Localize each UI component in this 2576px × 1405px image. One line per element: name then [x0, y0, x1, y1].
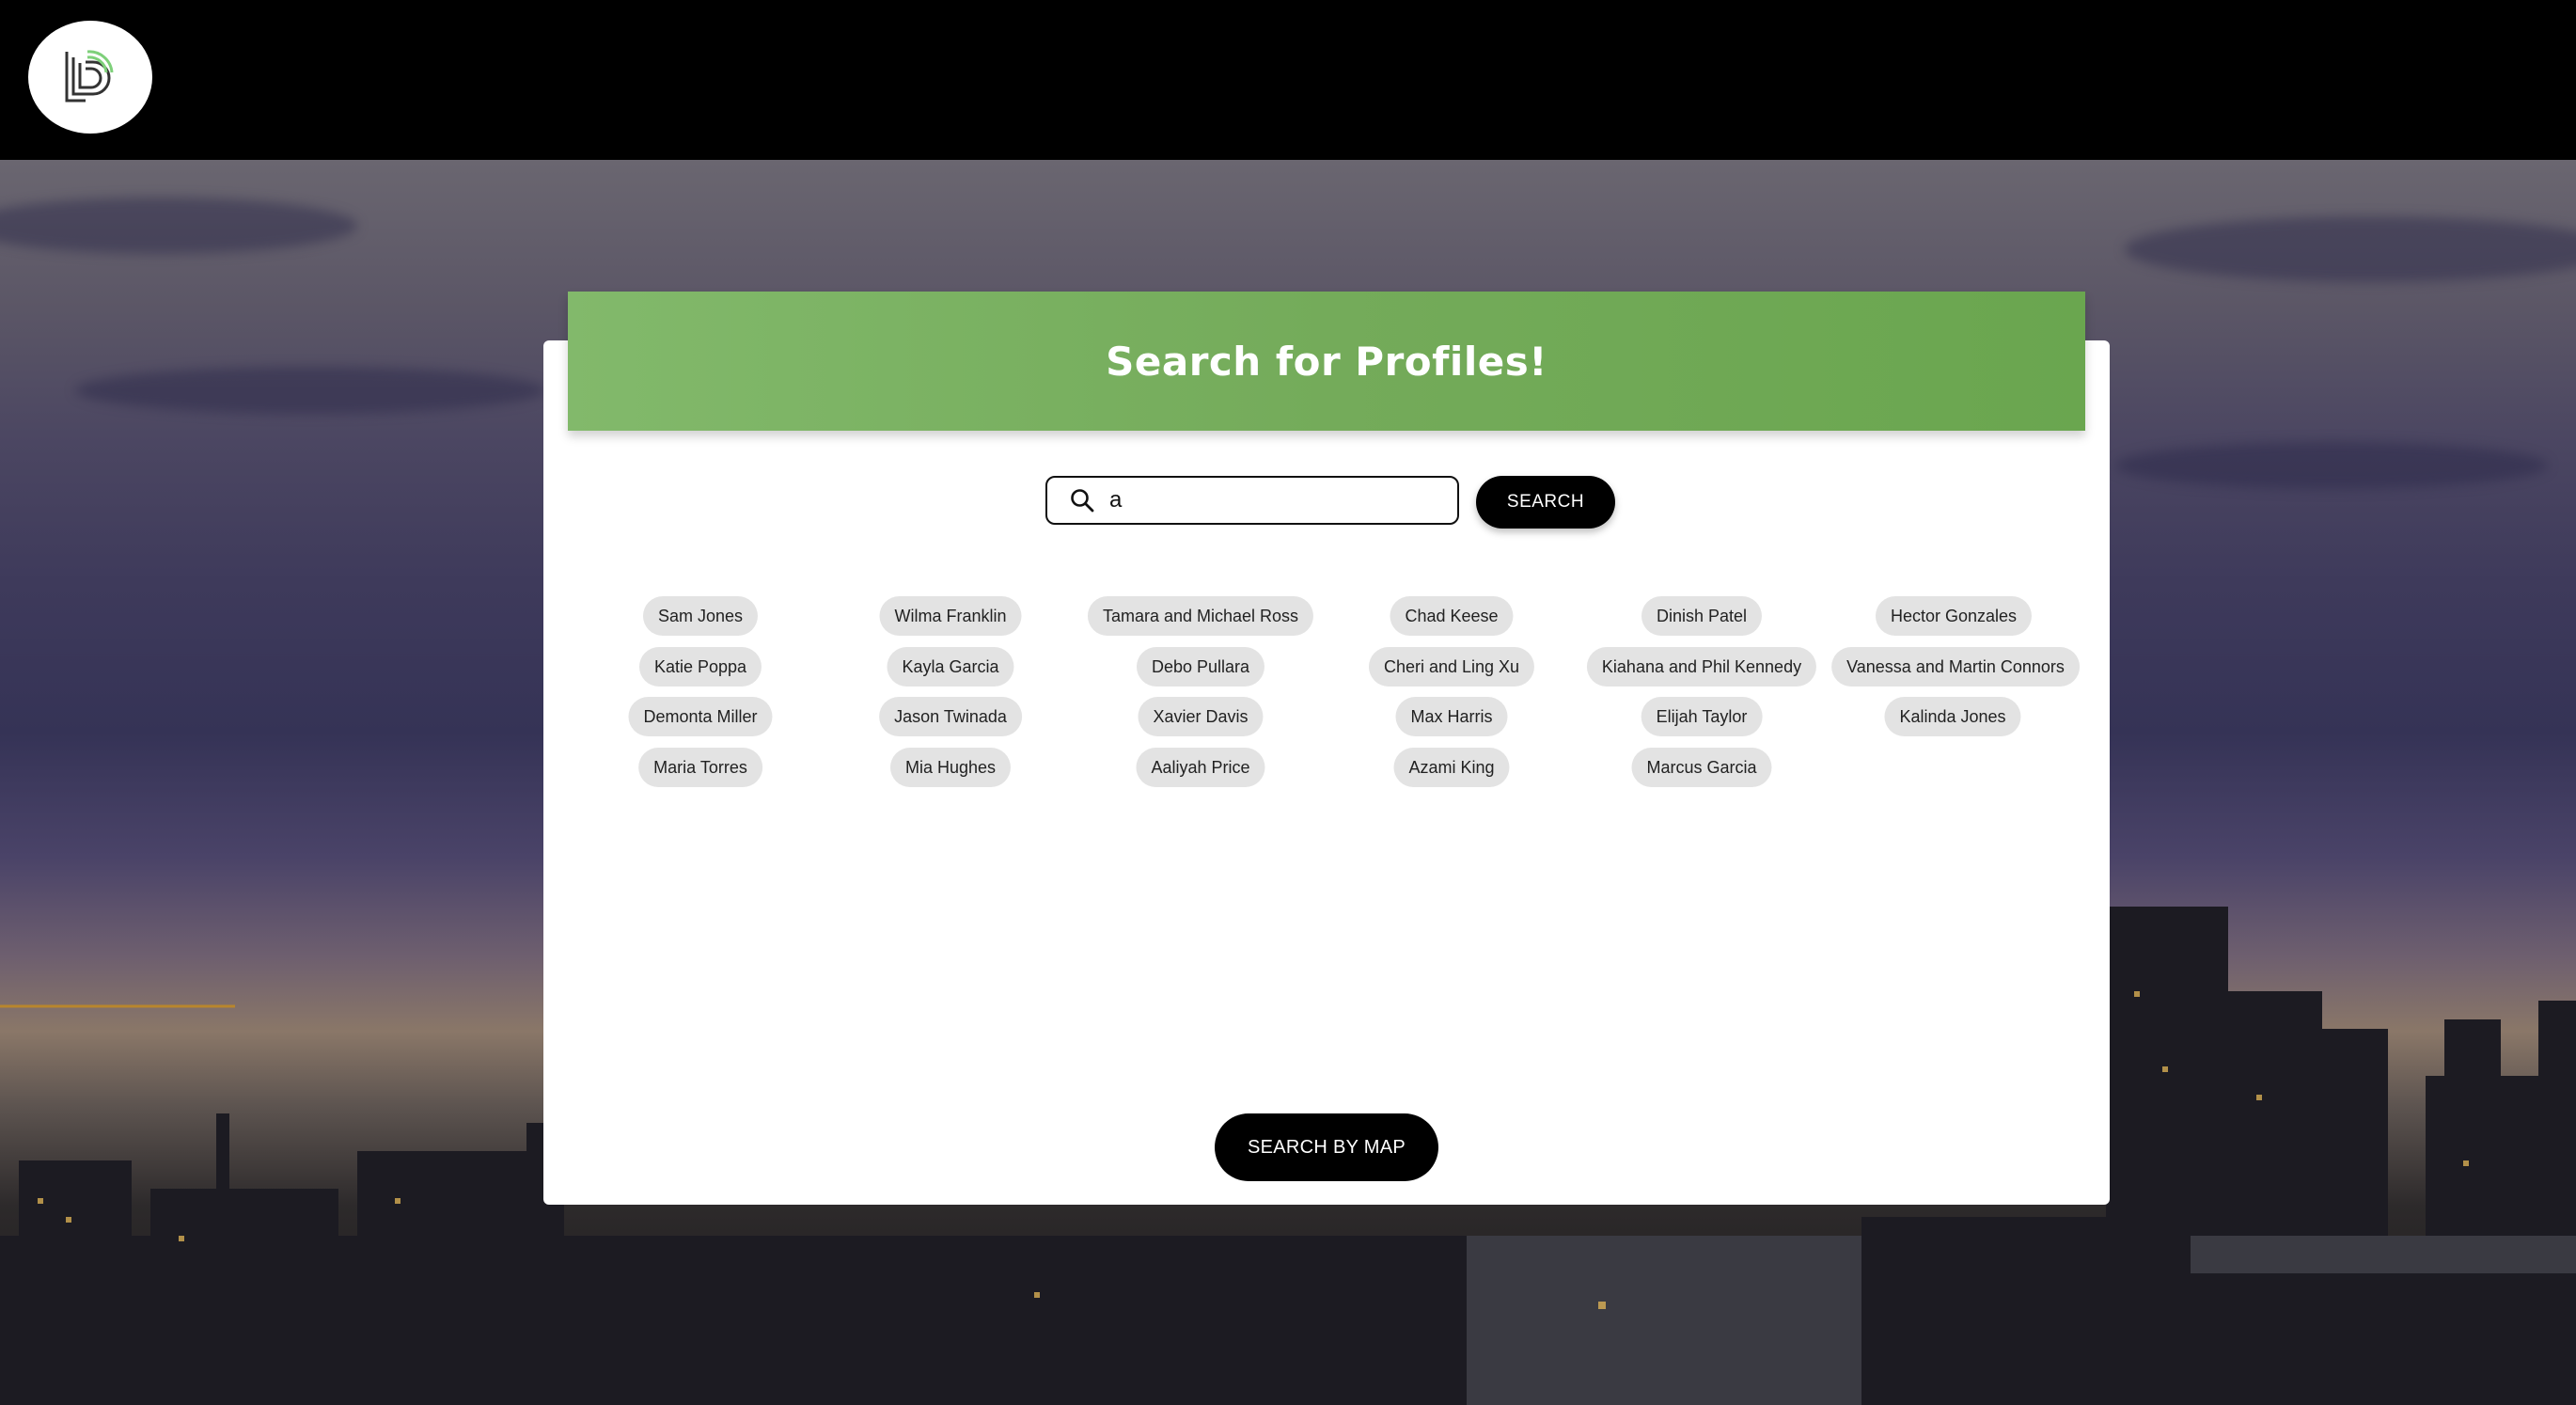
- profile-chip[interactable]: Katie Poppa: [638, 647, 762, 687]
- search-input[interactable]: [1107, 481, 1450, 519]
- profile-chip[interactable]: Cheri and Ling Xu: [1368, 647, 1535, 687]
- profile-chip[interactable]: Aaliyah Price: [1136, 748, 1265, 787]
- profile-chip[interactable]: Maria Torres: [638, 748, 762, 787]
- profile-chip[interactable]: Xavier Davis: [1138, 697, 1264, 736]
- search-field[interactable]: [1045, 476, 1459, 525]
- top-navbar: [0, 0, 2576, 160]
- page-title: Search for Profiles!: [1106, 338, 1547, 385]
- profile-chip[interactable]: Vanessa and Martin Connors: [1831, 647, 2080, 687]
- search-by-map-button[interactable]: SEARCH BY MAP: [1215, 1113, 1438, 1181]
- profile-chip[interactable]: Elijah Taylor: [1641, 697, 1763, 736]
- profile-chip[interactable]: Tamara and Michael Ross: [1087, 596, 1314, 636]
- logo-icon[interactable]: [28, 21, 152, 134]
- search-icon: [1070, 488, 1094, 517]
- profile-chip[interactable]: Mia Hughes: [889, 748, 1012, 787]
- profile-chip[interactable]: Kalinda Jones: [1884, 697, 2021, 736]
- profile-chip[interactable]: Marcus Garcia: [1631, 748, 1772, 787]
- search-card: [543, 340, 2110, 1205]
- profile-chip[interactable]: Wilma Franklin: [879, 596, 1022, 636]
- profile-chip[interactable]: Hector Gonzales: [1875, 596, 2033, 636]
- profile-chip[interactable]: Chad Keese: [1390, 596, 1514, 636]
- profile-chip[interactable]: Kiahana and Phil Kennedy: [1586, 647, 1817, 687]
- profile-chip[interactable]: Dinish Patel: [1641, 596, 1763, 636]
- profile-chip[interactable]: Debo Pullara: [1136, 647, 1265, 687]
- profile-chip[interactable]: Azami King: [1393, 748, 1510, 787]
- profile-chip[interactable]: Max Harris: [1395, 697, 1508, 736]
- profile-chip[interactable]: Kayla Garcia: [887, 647, 1014, 687]
- profile-chip[interactable]: Demonta Miller: [628, 697, 773, 736]
- profile-chip[interactable]: Sam Jones: [642, 596, 759, 636]
- search-banner: Search for Profiles!: [568, 292, 2085, 431]
- search-button[interactable]: SEARCH: [1476, 476, 1615, 529]
- profile-chip[interactable]: Jason Twinada: [879, 697, 1022, 736]
